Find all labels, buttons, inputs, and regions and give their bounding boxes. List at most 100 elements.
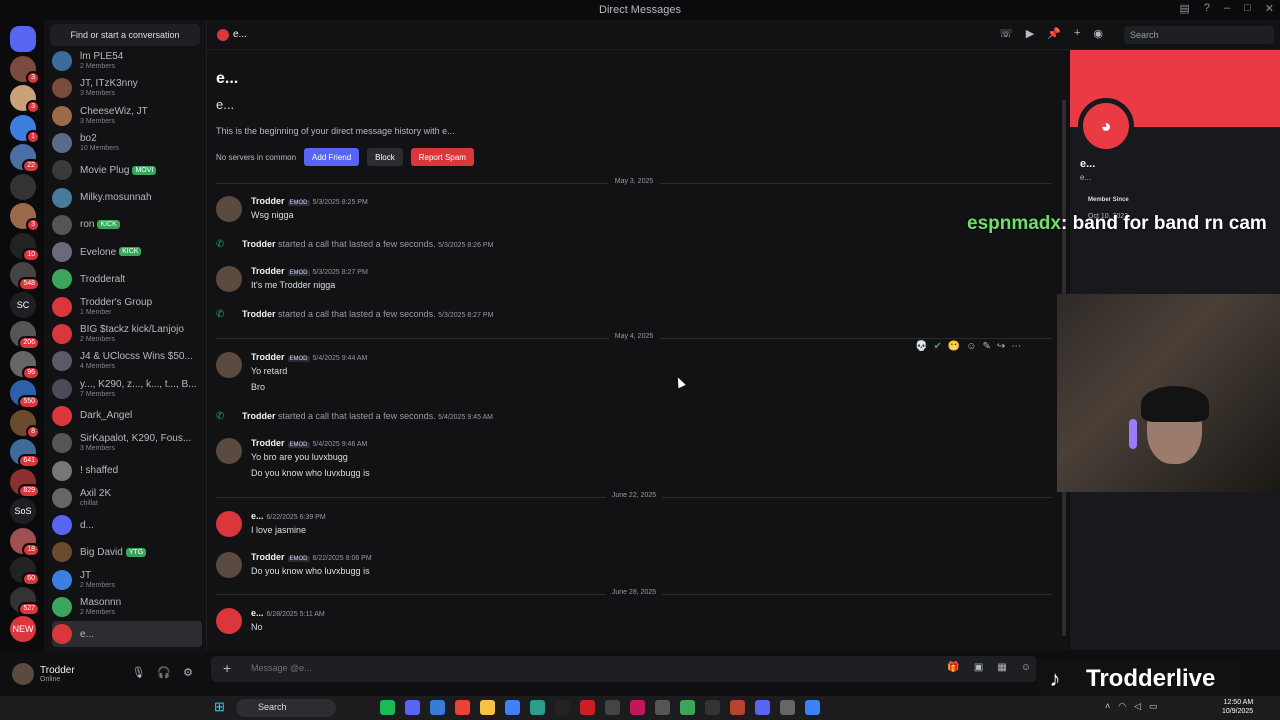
chevron-up-icon[interactable]: ˄ — [1105, 701, 1110, 712]
volume-icon[interactable]: ◁ — [1134, 701, 1141, 712]
server-icon[interactable]: 3 — [10, 55, 40, 85]
maximize-button[interactable]: □ — [1244, 2, 1251, 15]
gift-icon[interactable]: 🎁 — [947, 662, 959, 673]
attach-plus-icon[interactable]: + — [223, 660, 231, 676]
dm-item[interactable]: Milky.mosunnah — [52, 185, 202, 211]
dm-item[interactable]: Trodderalt — [52, 266, 202, 292]
edit-icon[interactable]: ✎ — [983, 341, 991, 359]
filezilla-icon[interactable] — [705, 700, 720, 715]
app-icon[interactable] — [730, 700, 745, 715]
add-member-icon[interactable]: + — [1074, 27, 1080, 40]
pin-icon[interactable]: 📌 — [1047, 27, 1061, 40]
close-button[interactable]: ✕ — [1265, 2, 1274, 15]
dm-item[interactable]: Evelone KICK — [52, 239, 202, 265]
dm-item[interactable]: Masonnn 2 Members — [52, 594, 202, 620]
dm-item[interactable]: bo2 10 Members — [52, 130, 202, 156]
dm-item[interactable]: Big David YTG — [52, 539, 202, 565]
dm-item[interactable]: lm PLE54 2 Members — [52, 48, 202, 74]
server-icon[interactable]: 10 — [10, 232, 40, 262]
spotify-icon[interactable] — [380, 700, 395, 715]
inbox-icon[interactable]: ▤ — [1179, 2, 1189, 15]
server-icon[interactable] — [10, 173, 36, 200]
server-icon[interactable]: 22 — [10, 144, 40, 173]
dm-item[interactable]: ! shaffed — [52, 458, 202, 484]
server-icon[interactable]: 3 — [10, 85, 40, 114]
avatar[interactable] — [216, 438, 242, 464]
report-spam-button[interactable]: Report Spam — [410, 148, 474, 166]
windows-start-icon[interactable]: ⊞ — [214, 700, 228, 714]
profile-avatar[interactable]: ◕ — [1078, 98, 1134, 154]
app-icon[interactable] — [805, 700, 820, 715]
dm-item[interactable]: SirKapalot, K290, Fous... 3 Members — [52, 430, 202, 456]
emoji-icon[interactable]: ☺ — [1021, 662, 1031, 673]
app-icon[interactable] — [780, 700, 795, 715]
headphones-icon[interactable]: 🎧 — [157, 666, 171, 679]
server-icon[interactable]: SoS — [10, 498, 36, 524]
clock[interactable]: 12:50 AM 10/9/2025 — [1222, 698, 1253, 716]
server-icon[interactable]: 1 — [10, 114, 40, 144]
settings-gear-icon[interactable]: ⚙ — [183, 666, 193, 679]
skull-reaction-icon[interactable]: 💀 — [915, 341, 927, 359]
avatar[interactable] — [216, 608, 242, 634]
call-icon[interactable]: ☏ — [999, 27, 1013, 40]
server-icon[interactable] — [10, 26, 36, 52]
app-icon[interactable] — [630, 700, 645, 715]
dm-item[interactable]: ron KICK — [52, 212, 202, 238]
explorer-icon[interactable] — [480, 700, 495, 715]
dm-item[interactable]: Trodder's Group 1 Member — [52, 294, 202, 320]
server-icon[interactable]: 206 — [10, 321, 40, 350]
server-icon[interactable]: 60 — [10, 557, 40, 586]
dm-item[interactable]: Movie Plug MOVI — [52, 157, 202, 183]
server-icon[interactable]: 8 — [10, 409, 40, 439]
youtube-icon[interactable] — [580, 700, 595, 715]
server-icon[interactable]: NEW — [10, 616, 36, 642]
avatar[interactable] — [216, 196, 242, 222]
battery-icon[interactable]: ▭ — [1149, 701, 1158, 712]
video-icon[interactable]: ▶ — [1026, 27, 1034, 40]
obs-icon[interactable] — [555, 700, 570, 715]
server-icon[interactable]: 3 — [10, 203, 40, 232]
avatar[interactable] — [216, 352, 242, 378]
user-avatar[interactable] — [12, 663, 34, 685]
app-icon[interactable] — [530, 700, 545, 715]
dm-item[interactable]: JT 2 Members — [52, 567, 202, 593]
server-icon[interactable]: 527 — [10, 586, 40, 616]
dm-item[interactable]: d... — [52, 512, 202, 538]
discord-icon[interactable] — [405, 700, 420, 715]
server-icon[interactable]: SC — [10, 291, 36, 318]
dm-item[interactable]: Dark_Angel — [52, 403, 202, 429]
chrome-icon[interactable] — [455, 700, 470, 715]
minecraft-icon[interactable] — [680, 700, 695, 715]
add-friend-button[interactable]: Add Friend — [304, 148, 360, 166]
edge-icon[interactable] — [505, 700, 520, 715]
dm-item[interactable]: JT, ITzK3nny 3 Members — [52, 75, 202, 101]
server-icon[interactable]: 18 — [10, 527, 40, 557]
dm-item[interactable]: e... — [52, 621, 202, 648]
block-button[interactable]: Block — [367, 148, 403, 166]
server-icon[interactable]: 641 — [10, 439, 40, 468]
app-icon[interactable] — [655, 700, 670, 715]
profile-toggle-icon[interactable]: ◉ — [1093, 27, 1103, 40]
dm-item[interactable]: CheeseWiz, JT 3 Members — [52, 103, 202, 129]
app-icon[interactable] — [755, 700, 770, 715]
message-input[interactable]: Message @e... — [251, 663, 312, 673]
avatar[interactable] — [216, 511, 242, 537]
server-icon[interactable]: 829 — [10, 468, 40, 498]
check-reaction-icon[interactable]: ✔ — [933, 341, 941, 359]
gif-icon[interactable]: ▣ — [974, 662, 983, 673]
app-icon[interactable] — [605, 700, 620, 715]
dm-item[interactable]: BIG $tackz kick/Lanjojo 2 Members — [52, 321, 202, 347]
mic-icon[interactable]: 🎙 — [131, 666, 145, 679]
avatar[interactable] — [216, 266, 242, 292]
server-icon[interactable]: 548 — [10, 262, 40, 291]
dm-item[interactable]: Axil 2K chillat — [52, 485, 202, 511]
add-reaction-icon[interactable]: ☺ — [966, 341, 976, 359]
help-icon[interactable]: ? — [1204, 2, 1210, 15]
sticker-icon[interactable]: ▦ — [997, 662, 1006, 673]
emoji-reaction-icon[interactable]: 😬 — [948, 341, 960, 359]
search-input[interactable]: Search — [1124, 26, 1274, 44]
avatar[interactable] — [216, 552, 242, 578]
minimize-button[interactable]: – — [1224, 2, 1230, 15]
dm-item[interactable]: J4 & UClocss Wins $50... 4 Members — [52, 348, 202, 374]
wifi-icon[interactable]: ◠ — [1118, 701, 1126, 712]
